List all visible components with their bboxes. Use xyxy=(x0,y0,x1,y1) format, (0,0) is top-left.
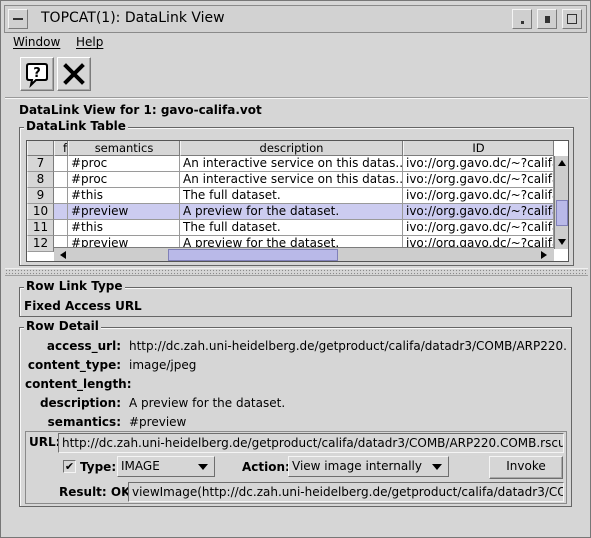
semantics-cell: #preview xyxy=(68,204,180,220)
row-detail-title: Row Detail xyxy=(24,319,101,333)
scroll-down-arrow-icon[interactable] xyxy=(558,239,566,245)
id-cell: ivo://org.gavo.dc/~?califa xyxy=(403,204,554,220)
description-value: A preview for the dataset. xyxy=(129,396,286,410)
content-type-label: content_type: xyxy=(27,358,121,372)
column-header-id[interactable]: ID xyxy=(403,141,554,156)
id-cell: ivo://org.gavo.dc/~?califa xyxy=(403,156,554,172)
chevron-down-icon xyxy=(432,464,442,470)
action-select-value: View image internally xyxy=(292,459,422,473)
semantics-label: semantics: xyxy=(47,415,121,429)
maximize-icon xyxy=(545,16,550,23)
access-url-value: http://dc.zah.uni-heidelberg.de/getprodu… xyxy=(129,339,567,353)
table-horizontal-scrollbar[interactable] xyxy=(54,247,554,261)
id-cell: ivo://org.gavo.dc/~?califa xyxy=(403,188,554,204)
window-title: TOPCAT(1): DataLink View xyxy=(41,10,225,26)
access-url-label: access_url: xyxy=(46,339,121,353)
result-label: Result: OK xyxy=(59,485,131,499)
description-label: description: xyxy=(39,396,121,410)
title-bar[interactable]: TOPCAT(1): DataLink View xyxy=(4,5,587,33)
table-vertical-scrollbar[interactable] xyxy=(554,156,568,249)
help-button[interactable]: ? xyxy=(20,57,54,91)
minimize-icon xyxy=(521,21,524,24)
description-cell: An interactive service on this datas... xyxy=(180,156,403,172)
datalink-table-title: DataLink Table xyxy=(24,119,128,133)
row-number: 8 xyxy=(27,172,54,188)
view-heading: DataLink View for 1: gavo-califa.vot xyxy=(19,103,262,117)
close-button[interactable] xyxy=(57,57,91,91)
close-window-icon xyxy=(567,14,577,24)
toolbar-separator xyxy=(5,97,588,99)
minimize-button[interactable] xyxy=(512,9,532,29)
horizontal-scroll-thumb[interactable] xyxy=(168,249,338,261)
id-cell: ivo://org.gavo.dc/~?califa xyxy=(403,220,554,236)
window-menu-button[interactable] xyxy=(8,9,28,29)
description-cell: An interactive service on this datas... xyxy=(180,172,403,188)
close-icon xyxy=(63,63,85,85)
action-label: Action: xyxy=(242,460,290,474)
column-header-description[interactable]: description xyxy=(180,141,403,156)
flag-cell xyxy=(54,156,68,172)
description-cell: A preview for the dataset. xyxy=(180,204,403,220)
datalink-table[interactable]: f semantics description ID 7 #proc An in… xyxy=(26,140,569,262)
window-menu-icon xyxy=(13,18,23,20)
row-number: 9 xyxy=(27,188,54,204)
semantics-value: #preview xyxy=(129,415,187,429)
scroll-left-arrow-icon[interactable] xyxy=(60,251,66,259)
datalink-window: TOPCAT(1): DataLink View Window Help ? D… xyxy=(0,0,591,538)
split-pane-divider[interactable] xyxy=(5,268,588,276)
flag-cell xyxy=(54,220,68,236)
result-field[interactable]: viewImage(http://dc.zah.uni-heidelberg.d… xyxy=(128,482,564,502)
type-select-value: IMAGE xyxy=(121,459,160,473)
invoke-button[interactable]: Invoke xyxy=(489,456,563,479)
scroll-up-arrow-icon[interactable] xyxy=(558,160,566,166)
chevron-down-icon xyxy=(198,464,208,470)
description-cell: The full dataset. xyxy=(180,188,403,204)
toolbar: ? xyxy=(17,57,577,91)
svg-text:?: ? xyxy=(33,66,41,81)
url-field[interactable]: http://dc.zah.uni-heidelberg.de/getprodu… xyxy=(58,433,564,453)
description-cell: The full dataset. xyxy=(180,220,403,236)
content-type-value: image/jpeg xyxy=(129,358,197,372)
scroll-right-arrow-icon[interactable] xyxy=(541,251,547,259)
id-cell: ivo://org.gavo.dc/~?califa xyxy=(403,172,554,188)
semantics-cell: #proc xyxy=(68,172,180,188)
menu-window[interactable]: Window xyxy=(13,35,60,49)
flag-cell xyxy=(54,188,68,204)
row-number: 10 xyxy=(27,204,54,220)
column-header-semantics[interactable]: semantics xyxy=(68,141,180,156)
action-select[interactable]: View image internally xyxy=(288,456,449,477)
type-label: Type: xyxy=(80,460,117,474)
help-icon: ? xyxy=(26,63,48,89)
row-link-type-value: Fixed Access URL xyxy=(24,299,142,313)
semantics-cell: #proc xyxy=(68,156,180,172)
row-number: 12 xyxy=(27,236,54,252)
content-length-label: content_length: xyxy=(25,377,132,391)
menu-help[interactable]: Help xyxy=(76,35,103,49)
row-link-type-title: Row Link Type xyxy=(24,279,125,293)
flag-cell xyxy=(54,172,68,188)
semantics-cell: #this xyxy=(68,220,180,236)
row-number: 11 xyxy=(27,220,54,236)
flag-cell xyxy=(54,204,68,220)
row-number: 7 xyxy=(27,156,54,172)
type-select[interactable]: IMAGE xyxy=(117,456,215,477)
row-link-type-group: Row Link Type Fixed Access URL xyxy=(19,279,572,317)
column-header-flag[interactable]: f xyxy=(54,141,68,156)
vertical-scroll-thumb[interactable] xyxy=(556,200,568,226)
type-checkbox[interactable]: ✔ xyxy=(63,460,76,473)
close-window-button[interactable] xyxy=(562,9,582,29)
semantics-cell: #this xyxy=(68,188,180,204)
maximize-button[interactable] xyxy=(537,9,557,29)
url-label: URL: xyxy=(29,435,61,449)
rownum-header xyxy=(27,141,54,156)
